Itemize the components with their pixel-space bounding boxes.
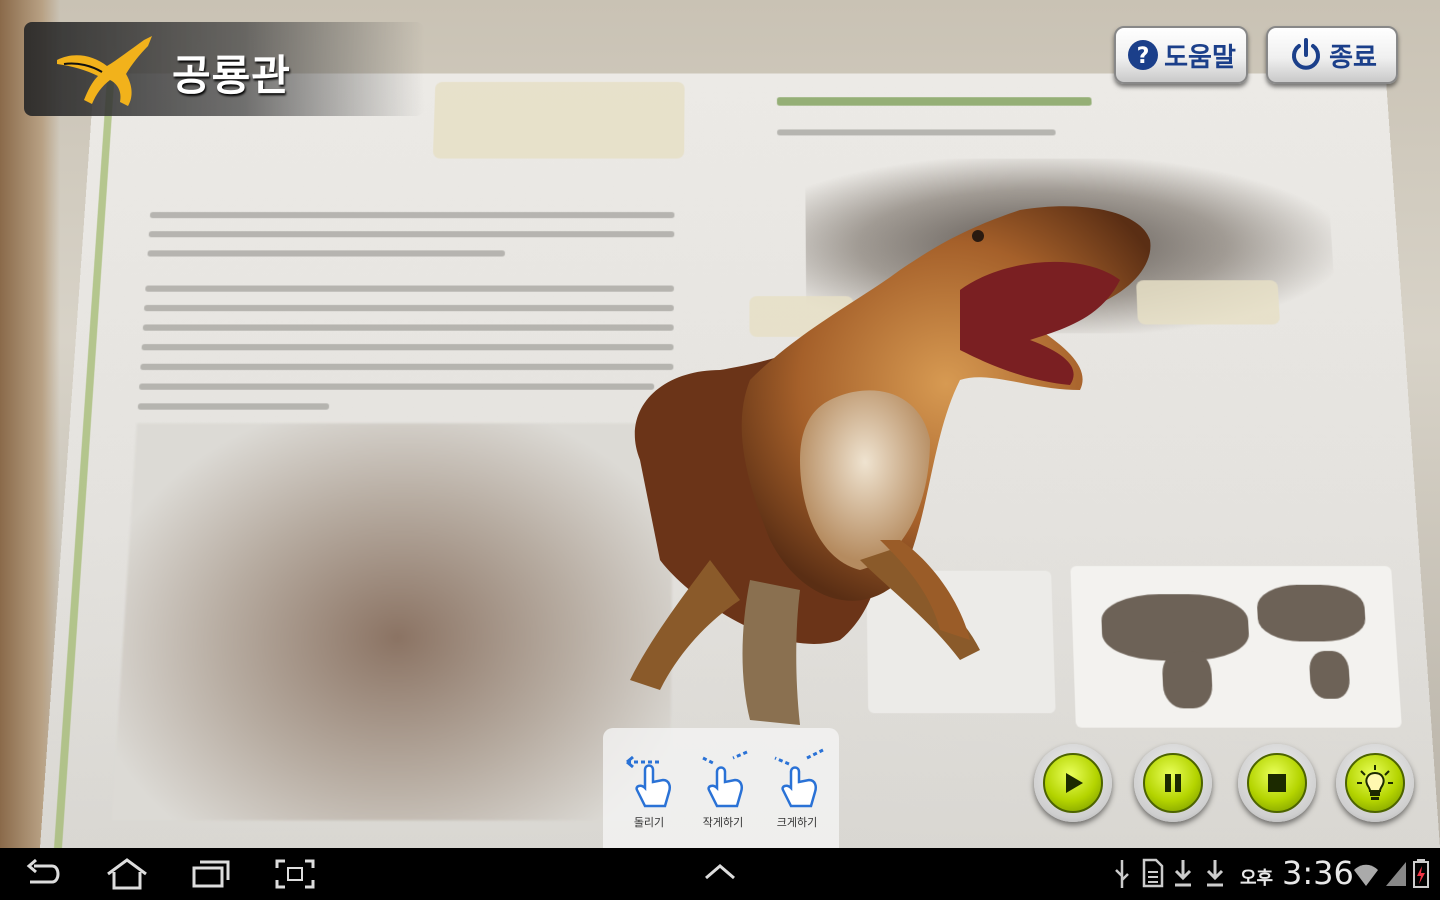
page-title: 공룡관 <box>172 51 291 100</box>
dinosaur-3d-model[interactable] <box>600 180 1180 740</box>
help-button[interactable]: ? 도움말 <box>1114 26 1248 84</box>
dinosaur-logo-icon <box>57 36 152 106</box>
exit-button-label: 종료 <box>1329 42 1377 73</box>
lightbulb-icon <box>1357 765 1393 800</box>
gesture-enlarge: 크게하기 <box>759 728 835 848</box>
file-icon <box>1142 858 1164 888</box>
pause-icon <box>1165 774 1181 792</box>
svg-text:?: ? <box>1137 44 1150 69</box>
clock-time: 3:36 <box>1282 854 1354 892</box>
page-edge <box>54 73 115 848</box>
swipe-rotate-icon <box>626 755 671 808</box>
gesture-hint-panel: 돌리기 작게하기 크게하기 <box>603 728 839 848</box>
play-button[interactable] <box>1034 744 1112 822</box>
clock-ampm: 오후 <box>1240 868 1274 889</box>
pinch-shrink-icon <box>702 750 748 808</box>
gesture-shrink: 작게하기 <box>685 728 761 848</box>
battery-icon <box>1413 859 1429 888</box>
help-icon: ? <box>1128 40 1159 70</box>
gesture-label-shrink: 작게하기 <box>702 816 744 829</box>
gesture-label-enlarge: 크게하기 <box>776 816 818 829</box>
pause-button[interactable] <box>1134 744 1212 822</box>
wifi-icon <box>1354 864 1378 886</box>
power-icon <box>1292 38 1321 70</box>
stop-button[interactable] <box>1238 744 1316 822</box>
hint-button[interactable] <box>1336 744 1414 822</box>
home-icon[interactable] <box>104 858 150 890</box>
signal-icon <box>1386 862 1406 886</box>
chevron-up-icon[interactable] <box>702 858 738 886</box>
help-button-label: 도움말 <box>1164 42 1236 73</box>
download-icon <box>1206 860 1224 887</box>
book-photo-left <box>111 423 673 821</box>
play-icon <box>1066 773 1083 793</box>
app-title-bar: 공룡관 <box>24 22 424 116</box>
gesture-label-rotate: 돌리기 <box>633 816 665 829</box>
back-icon[interactable] <box>24 858 64 890</box>
system-navigation-bar: 오후 3:36 <box>0 848 1440 900</box>
stop-icon <box>1268 774 1286 792</box>
screenshot-icon[interactable] <box>274 858 316 890</box>
exit-button[interactable]: 종료 <box>1266 26 1398 84</box>
usb-icon <box>1115 860 1129 888</box>
gesture-rotate: 돌리기 <box>611 728 687 848</box>
download-icon <box>1174 860 1192 887</box>
pinch-enlarge-icon <box>774 748 824 808</box>
book-caption <box>432 81 685 159</box>
ar-camera-view: 공룡관 ? 도움말 종료 돌리기 작게하기 크게하기 <box>0 0 1440 848</box>
recent-apps-icon[interactable] <box>190 858 232 890</box>
